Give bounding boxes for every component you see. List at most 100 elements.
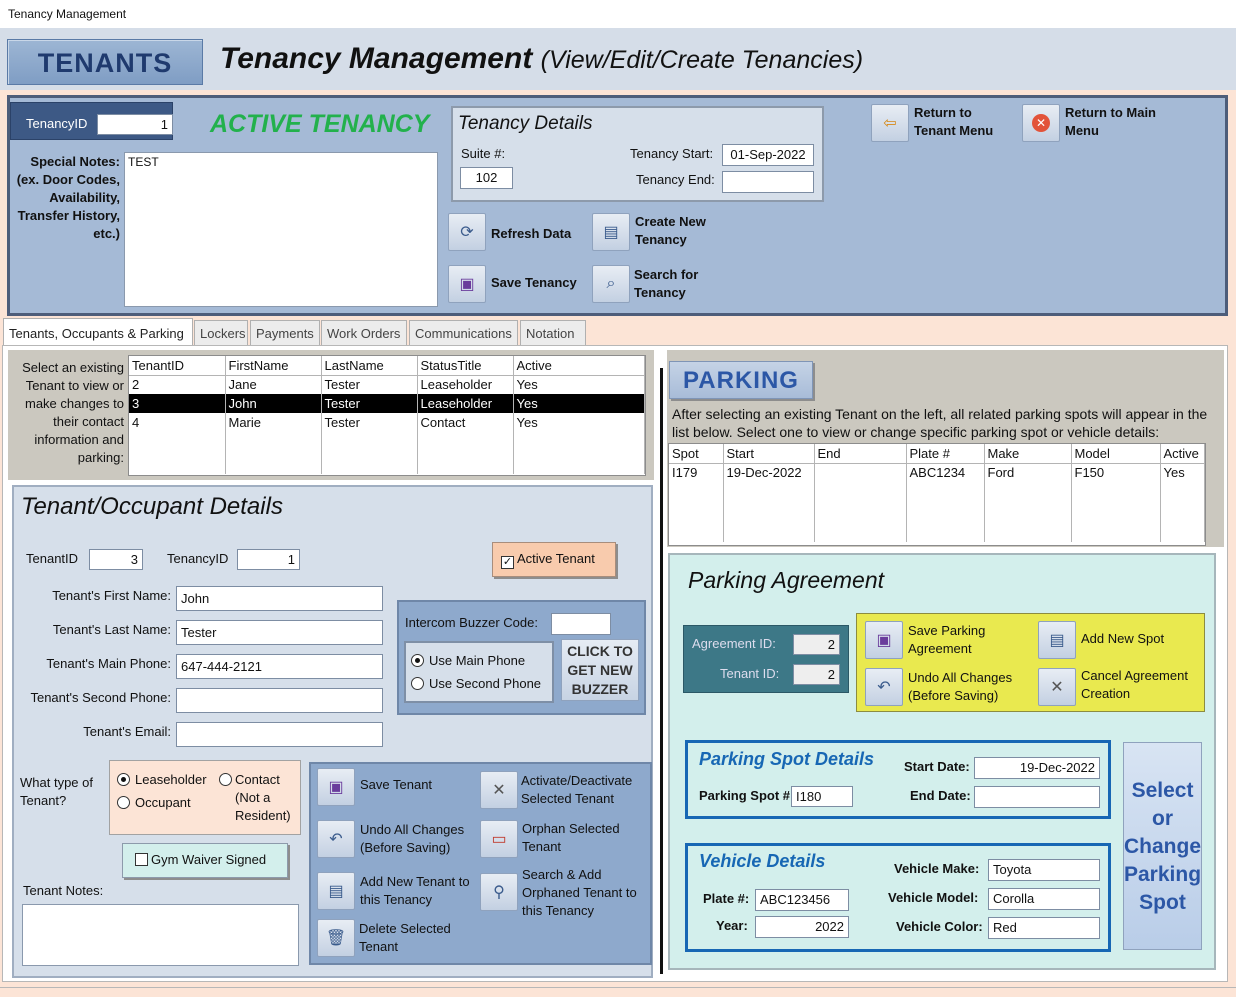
cancel-agreement-button[interactable]: ✕ [1038, 668, 1076, 706]
agreement-id-field[interactable]: 2 [793, 634, 840, 655]
return-tenant-menu-button[interactable]: ⇦ [871, 104, 909, 142]
tab-tenants-occupants-parking[interactable]: Tenants, Occupants & Parking [3, 318, 193, 346]
column-header[interactable]: Start [723, 444, 815, 464]
year-field[interactable]: 2022 [755, 916, 849, 938]
table-cell[interactable]: Yes [513, 394, 645, 413]
suite-field[interactable]: 102 [460, 167, 513, 189]
table-cell[interactable]: Marie [225, 413, 322, 432]
save-agreement-button[interactable]: ▣ [865, 621, 903, 659]
column-header[interactable]: LastName [321, 356, 418, 376]
return-main-menu-label[interactable]: Return to Main Menu [1065, 104, 1165, 140]
table-cell[interactable]: Yes [513, 413, 645, 432]
intercom-field[interactable] [551, 613, 611, 635]
tenancy-id-field-2[interactable]: 1 [237, 549, 300, 570]
column-header[interactable]: End [814, 444, 907, 464]
tenancy-id-field[interactable]: 1 [97, 114, 173, 135]
column-header[interactable]: Active [1160, 444, 1205, 464]
tab-lockers[interactable]: Lockers [194, 320, 248, 346]
activate-tenant-button[interactable]: ✕ [480, 771, 518, 809]
save-tenant-button[interactable]: ▣ [317, 768, 355, 806]
parking-spot-field[interactable]: I180 [791, 786, 853, 807]
save-tenancy-label[interactable]: Save Tenancy [491, 274, 577, 292]
undo-tenant-button[interactable]: ↶ [317, 820, 355, 858]
orphan-tenant-button[interactable]: ▭ [480, 820, 518, 858]
save-tenant-label[interactable]: Save Tenant [360, 776, 432, 794]
table-cell[interactable]: I179 [669, 463, 724, 482]
plate-field[interactable]: ABC123456 [755, 889, 849, 911]
table-cell[interactable]: Tester [321, 394, 418, 413]
add-spot-label[interactable]: Add New Spot [1081, 630, 1164, 648]
last-name-field[interactable]: Tester [176, 620, 383, 645]
tenant-id-field[interactable]: 3 [89, 549, 143, 570]
create-tenancy-label[interactable]: Create New Tenancy [635, 213, 725, 249]
table-row[interactable]: 4 Marie Tester Contact Yes [129, 413, 645, 432]
parking-list[interactable]: Spot Start End Plate # Make Model Active… [668, 443, 1206, 546]
return-main-menu-button[interactable]: ✕ [1022, 104, 1060, 142]
gym-waiver-checkbox[interactable]: Gym Waiver Signed [122, 843, 288, 878]
vehicle-color-field[interactable]: Red [988, 917, 1100, 939]
table-cell[interactable]: Yes [1160, 463, 1205, 482]
table-cell[interactable] [814, 463, 907, 482]
use-main-phone-radio[interactable]: Use Main Phone [411, 653, 525, 668]
tab-notation[interactable]: Notation [520, 320, 586, 346]
tenant-notes-field[interactable] [22, 904, 299, 966]
search-orphan-label[interactable]: Search & Add Orphaned Tenant to this Ten… [522, 866, 650, 920]
second-phone-field[interactable] [176, 688, 383, 713]
search-orphan-button[interactable]: ⚲ [480, 873, 518, 911]
column-header[interactable]: Make [984, 444, 1072, 464]
tab-communications[interactable]: Communications [409, 320, 518, 346]
tab-work-orders[interactable]: Work Orders [321, 320, 407, 346]
undo-agreement-label[interactable]: Undo All Changes (Before Saving) [908, 669, 1023, 705]
table-cell[interactable]: 2 [129, 375, 226, 394]
table-cell[interactable]: Tester [321, 375, 418, 394]
table-cell[interactable]: F150 [1071, 463, 1161, 482]
table-cell[interactable]: Leaseholder [417, 394, 514, 413]
table-row-selected[interactable]: 3 John Tester Leaseholder Yes [129, 394, 645, 413]
special-notes-field[interactable]: TEST [124, 152, 438, 307]
email-field[interactable] [176, 722, 383, 747]
table-cell[interactable]: Jane [225, 375, 322, 394]
add-spot-button[interactable]: ▤ [1038, 621, 1076, 659]
search-tenancy-button[interactable]: ⌕ [592, 265, 630, 303]
table-cell[interactable]: 3 [129, 394, 226, 413]
add-tenant-button[interactable]: ▤ [317, 872, 355, 910]
column-header[interactable]: Plate # [906, 444, 985, 464]
table-cell[interactable]: Tester [321, 413, 418, 432]
tenancy-start-field[interactable]: 01-Sep-2022 [722, 144, 814, 166]
column-header[interactable]: FirstName [225, 356, 322, 376]
table-cell[interactable]: Contact [417, 413, 514, 432]
first-name-field[interactable]: John [176, 586, 383, 611]
table-cell[interactable]: Yes [513, 375, 645, 394]
undo-agreement-button[interactable]: ↶ [865, 668, 903, 706]
table-cell[interactable]: Leaseholder [417, 375, 514, 394]
column-header[interactable]: Model [1071, 444, 1161, 464]
get-new-buzzer-button[interactable]: CLICK TO GET NEW BUZZER [561, 639, 639, 701]
activate-tenant-label[interactable]: Activate/Deactivate Selected Tenant [521, 772, 649, 808]
vehicle-model-field[interactable]: Corolla [988, 888, 1100, 910]
tenancy-end-field[interactable] [722, 171, 814, 193]
column-header[interactable]: TenantID [129, 356, 226, 376]
agreement-tenant-id-field[interactable]: 2 [793, 664, 840, 685]
orphan-tenant-label[interactable]: Orphan Selected Tenant [522, 820, 650, 856]
occupant-radio[interactable]: Occupant [117, 795, 191, 810]
delete-tenant-label[interactable]: Delete Selected Tenant [359, 920, 474, 956]
table-row[interactable]: 2 Jane Tester Leaseholder Yes [129, 375, 645, 394]
table-row[interactable]: I179 19-Dec-2022 ABC1234 Ford F150 Yes [669, 463, 1205, 482]
start-date-field[interactable]: 19-Dec-2022 [974, 757, 1100, 779]
table-cell[interactable]: Ford [984, 463, 1072, 482]
vehicle-make-field[interactable]: Toyota [988, 859, 1100, 881]
create-tenancy-button[interactable]: ▤ [592, 213, 630, 251]
use-second-phone-radio[interactable]: Use Second Phone [411, 676, 541, 691]
save-agreement-label[interactable]: Save Parking Agreement [908, 622, 1018, 658]
return-tenant-menu-label[interactable]: Return to Tenant Menu [914, 104, 1014, 140]
tenant-list[interactable]: TenantID FirstName LastName StatusTitle … [128, 355, 646, 476]
search-tenancy-label[interactable]: Search for Tenancy [634, 266, 724, 302]
column-header[interactable]: Active [513, 356, 645, 376]
select-change-spot-button[interactable]: Select or Change Parking Spot [1123, 742, 1202, 950]
delete-tenant-button[interactable]: 🗑 [317, 919, 355, 957]
column-header[interactable]: Spot [669, 444, 724, 464]
add-tenant-label[interactable]: Add New Tenant to this Tenancy [360, 873, 475, 909]
refresh-data-label[interactable]: Refresh Data [491, 225, 571, 243]
save-tenancy-button[interactable]: ▣ [448, 265, 486, 303]
active-tenant-checkbox[interactable]: ✓ Active Tenant [492, 542, 616, 577]
